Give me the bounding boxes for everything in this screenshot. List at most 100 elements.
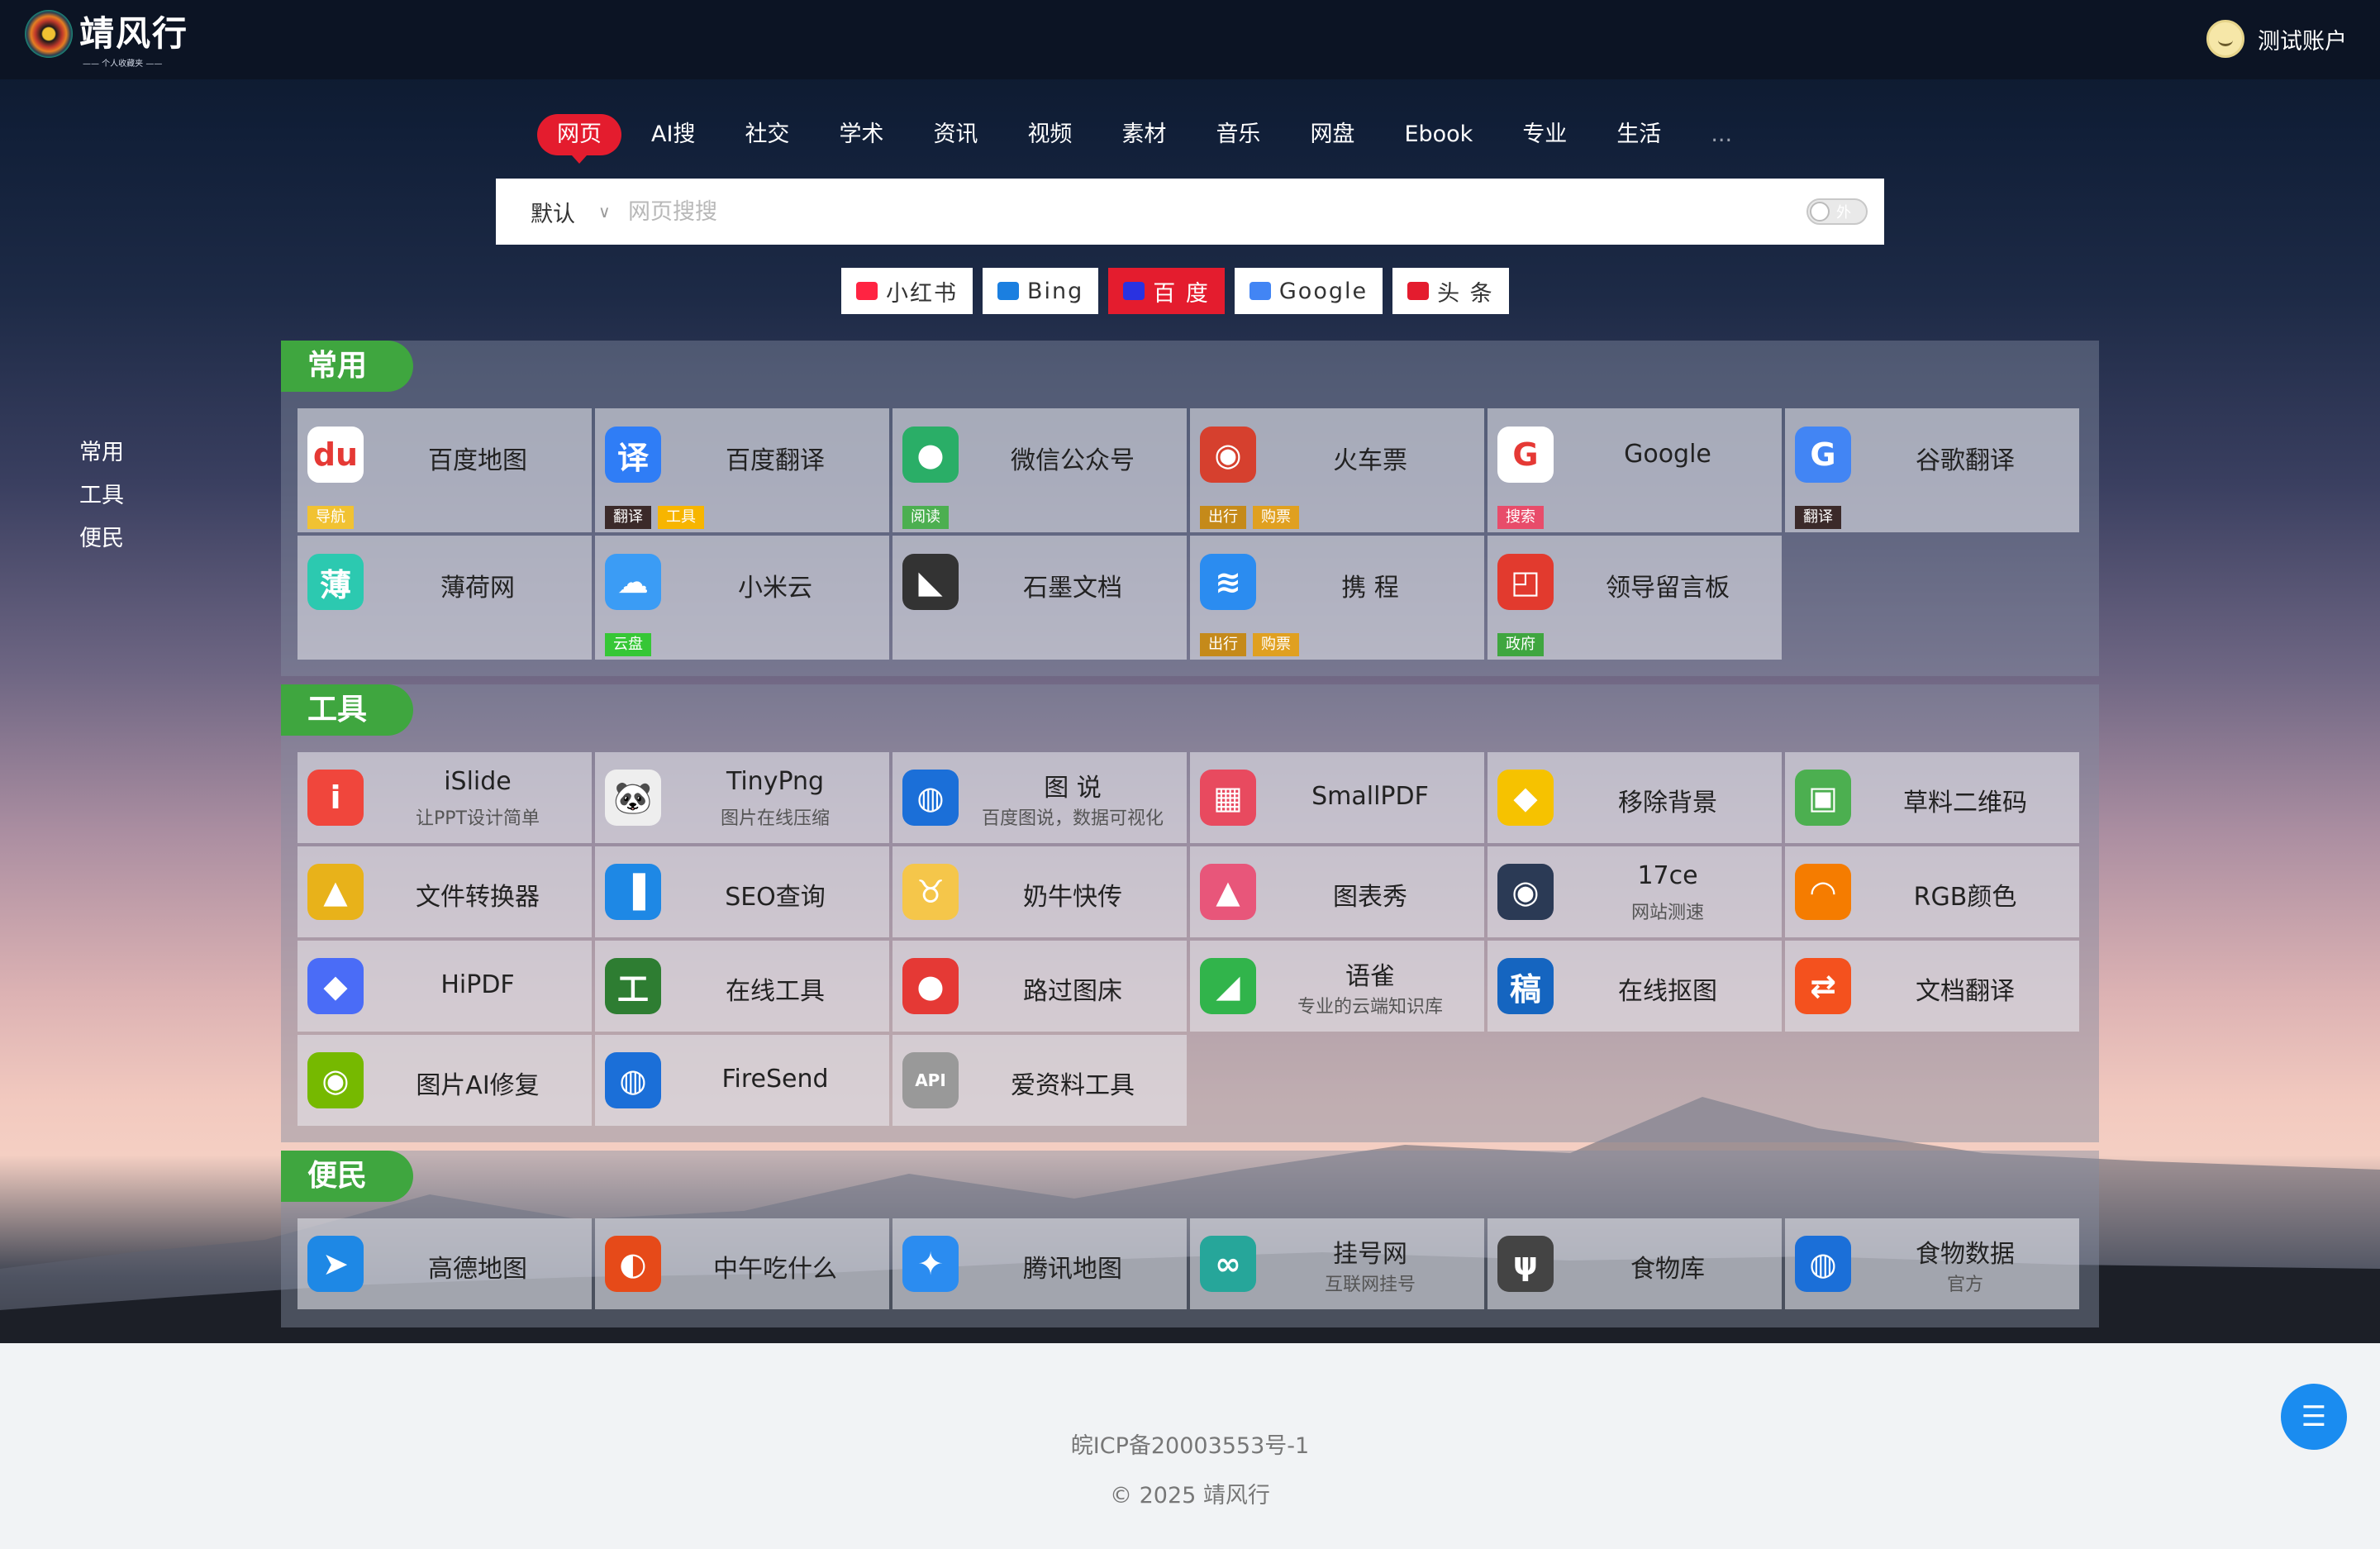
section-tools: 工具 i iSlide 让PPT设计简单 🐼 TinyPng 图片在线压缩 ◍ 图 说百度图说，… xyxy=(281,684,2099,1142)
site-card[interactable]: ◉ 火车票 出行 购票 xyxy=(1190,408,1484,532)
tab-1[interactable]: AI搜 xyxy=(631,114,715,155)
site-card[interactable]: ◍ 食物数据 官方 xyxy=(1785,1218,2079,1309)
card-subtitle: 图片在线压缩 xyxy=(720,808,830,829)
site-card[interactable]: ◉ 17ce 网站测速 xyxy=(1488,846,1782,937)
site-card[interactable]: ◠ RGB颜色 xyxy=(1785,846,2079,937)
site-card[interactable]: ▲ 文件转换器 xyxy=(298,846,592,937)
tab-7[interactable]: 音乐 xyxy=(1196,114,1280,155)
engine-logo-icon xyxy=(997,282,1019,300)
tab-2[interactable]: 社交 xyxy=(725,114,809,155)
site-card[interactable]: 工 在线工具 xyxy=(595,941,889,1032)
site-card[interactable]: 译 百度翻译 翻译 工具 xyxy=(595,408,889,532)
site-card[interactable]: ▲ 图表秀 xyxy=(1190,846,1484,937)
card-subtitle: 百度图说，数据可视化 xyxy=(981,808,1164,829)
search-scope-dropdown[interactable]: 默认 ∨ xyxy=(496,196,628,228)
tab-12[interactable]: ... xyxy=(1691,114,1752,155)
site-card[interactable]: i iSlide 让PPT设计简单 xyxy=(298,752,592,843)
site-logo[interactable]: 靖风行 —— 个人收藏夹 —— xyxy=(25,10,188,69)
tag-badge[interactable]: 购票 xyxy=(1253,506,1299,529)
engine-button-4[interactable]: 头 条 xyxy=(1392,268,1509,314)
site-card[interactable]: ▦ SmallPDF xyxy=(1190,752,1484,843)
tag-badge[interactable]: 出行 xyxy=(1200,506,1246,529)
api-icon: API xyxy=(902,1052,959,1108)
site-card[interactable]: du 百度地图 导航 xyxy=(298,408,592,532)
engine-button-3[interactable]: Google xyxy=(1234,268,1383,314)
site-card[interactable]: ◰ 领导留言板 政府 xyxy=(1488,536,1782,660)
card-title: TinyPng xyxy=(726,767,825,796)
card-tags: 翻译 xyxy=(1795,506,1841,529)
card-tags: 导航 xyxy=(307,506,354,529)
card-tags: 翻译 工具 xyxy=(605,506,704,529)
site-card[interactable]: 🐼 TinyPng 图片在线压缩 xyxy=(595,752,889,843)
site-card[interactable]: ☁ 小米云 云盘 xyxy=(595,536,889,660)
card-title: 百度地图 xyxy=(428,446,527,475)
site-card[interactable]: ◣ 石墨文档 xyxy=(892,536,1187,660)
tab-11[interactable]: 生活 xyxy=(1597,114,1681,155)
site-card[interactable]: ◆ 移除背景 xyxy=(1488,752,1782,843)
site-card[interactable]: ◆ HiPDF xyxy=(298,941,592,1032)
tag-badge[interactable]: 翻译 xyxy=(1795,506,1841,529)
tag-badge[interactable]: 翻译 xyxy=(605,506,651,529)
site-card[interactable]: G 谷歌翻译 翻译 xyxy=(1785,408,2079,532)
tag-badge[interactable]: 购票 xyxy=(1253,633,1299,656)
search-input[interactable] xyxy=(628,187,1806,236)
engine-button-1[interactable]: Bing xyxy=(983,268,1099,314)
site-card[interactable]: ⇄ 文档翻译 xyxy=(1785,941,2079,1032)
site-card[interactable]: ▣ 草料二维码 xyxy=(1785,752,2079,843)
card-title: FireSend xyxy=(721,1065,829,1094)
card-title: 图表秀 xyxy=(1333,883,1407,912)
site-card[interactable]: ∞ 挂号网 互联网挂号 xyxy=(1190,1218,1484,1309)
tag-badge[interactable]: 出行 xyxy=(1200,633,1246,656)
site-card[interactable]: ≋ 携 程出行 购票 xyxy=(1190,536,1484,660)
tab-6[interactable]: 素材 xyxy=(1102,114,1186,155)
sidenav-item-2[interactable]: 便民 xyxy=(79,517,124,560)
site-card[interactable]: ✦ 腾讯地图 xyxy=(892,1218,1187,1309)
site-card[interactable]: API 爱资料工具 xyxy=(892,1035,1187,1126)
site-tagline: —— 个人收藏夹 —— xyxy=(83,60,163,69)
hospital-icon: ∞ xyxy=(1200,1236,1256,1292)
site-card[interactable]: ◍ FireSend xyxy=(595,1035,889,1126)
tab-10[interactable]: 专业 xyxy=(1502,114,1587,155)
tag-badge[interactable]: 阅读 xyxy=(902,506,949,529)
site-card[interactable]: ● 微信公众号 阅读 xyxy=(892,408,1187,532)
tab-4[interactable]: 资讯 xyxy=(913,114,997,155)
card-title: 谷歌翻译 xyxy=(1916,446,2015,475)
tab-5[interactable]: 视频 xyxy=(1007,114,1092,155)
site-card[interactable]: ψ 食物库 xyxy=(1488,1218,1782,1309)
user-menu[interactable]: 测试账户 xyxy=(2206,20,2347,58)
tag-badge[interactable]: 工具 xyxy=(658,506,704,529)
sidenav-item-1[interactable]: 工具 xyxy=(79,474,124,517)
icp-link[interactable]: 皖ICP备20003553号-1 xyxy=(0,1427,2380,1460)
sidenav-item-0[interactable]: 常用 xyxy=(79,431,124,474)
site-card[interactable]: 薄 薄荷网 xyxy=(298,536,592,660)
site-card[interactable]: ◐ 中午吃什么 xyxy=(595,1218,889,1309)
card-tags: 云盘 xyxy=(605,633,651,656)
site-card[interactable]: ◍ 图 说百度图说，数据可视化 xyxy=(892,752,1187,843)
scroll-fab-button[interactable]: ☰ xyxy=(2281,1384,2347,1450)
site-card[interactable]: G Google 搜索 xyxy=(1488,408,1782,532)
site-card[interactable]: ➤ 高德地图 xyxy=(298,1218,592,1309)
site-card[interactable]: ♉ 奶牛快传 xyxy=(892,846,1187,937)
tab-0[interactable]: 网页 xyxy=(537,114,621,164)
site-card[interactable]: 稿 在线抠图 xyxy=(1488,941,1782,1032)
qrcode-icon: ▣ xyxy=(1795,770,1851,826)
engine-button-2[interactable]: 百 度 xyxy=(1108,268,1225,314)
islide-icon: i xyxy=(307,770,364,826)
site-card[interactable]: ▐ SEO查询 xyxy=(595,846,889,937)
site-card[interactable]: ◢ 语雀 专业的云端知识库 xyxy=(1190,941,1484,1032)
tab-8[interactable]: 网盘 xyxy=(1290,114,1374,155)
tab-9[interactable]: Ebook xyxy=(1384,114,1492,155)
engine-button-0[interactable]: 小红书 xyxy=(841,268,973,314)
card-title: 爱资料工具 xyxy=(1011,1071,1135,1100)
site-card[interactable]: ● 路过图床 xyxy=(892,941,1187,1032)
card-title: 图片AI修复 xyxy=(416,1071,540,1100)
user-name: 测试账户 xyxy=(2258,28,2347,55)
external-toggle[interactable]: 外 xyxy=(1806,198,1868,225)
yuque-icon: ◢ xyxy=(1200,958,1256,1014)
tag-badge[interactable]: 云盘 xyxy=(605,633,651,656)
tag-badge[interactable]: 政府 xyxy=(1497,633,1544,656)
site-card[interactable]: ◉ 图片AI修复 xyxy=(298,1035,592,1126)
tag-badge[interactable]: 搜索 xyxy=(1497,506,1544,529)
tab-3[interactable]: 学术 xyxy=(819,114,903,155)
tag-badge[interactable]: 导航 xyxy=(307,506,354,529)
